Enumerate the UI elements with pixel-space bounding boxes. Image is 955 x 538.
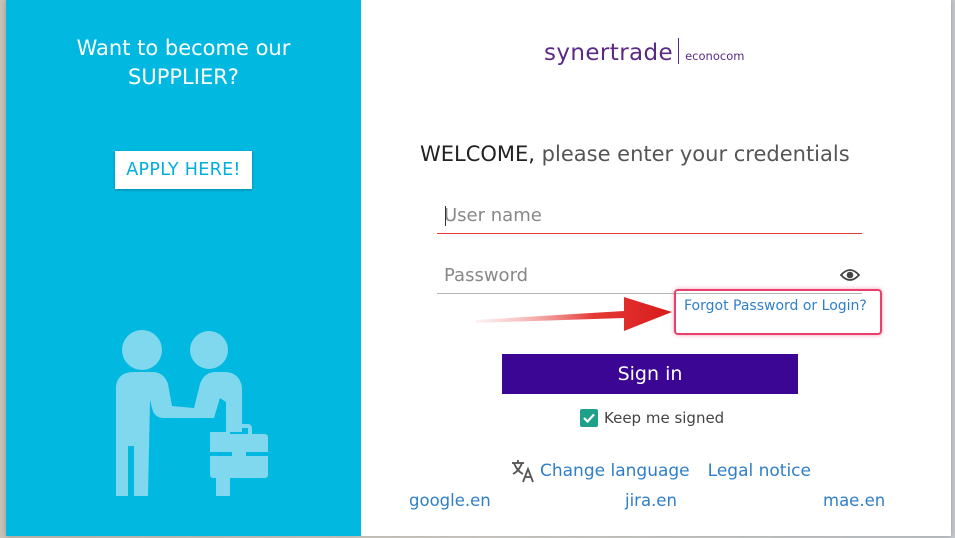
logo-wordmark: synertrade xyxy=(544,40,674,66)
forgot-password-link[interactable]: Forgot Password or Login? xyxy=(684,298,867,314)
synertrade-logo: synertrade econocom xyxy=(544,38,744,66)
keep-signed-checkbox[interactable] xyxy=(580,409,598,427)
handshake-icon xyxy=(116,330,268,496)
sign-in-button[interactable]: Sign in xyxy=(502,354,798,394)
password-input[interactable] xyxy=(437,258,862,293)
apply-here-button[interactable]: APPLY HERE! xyxy=(115,151,252,189)
username-field[interactable] xyxy=(437,198,862,234)
show-password-eye-icon[interactable] xyxy=(840,268,860,282)
promo-title-line2: SUPPLIER? xyxy=(128,65,239,89)
translate-icon[interactable] xyxy=(510,459,536,483)
annotation-arrow-icon xyxy=(476,297,672,331)
promo-title-line1: Want to become our xyxy=(76,36,291,60)
legal-notice-link[interactable]: Legal notice xyxy=(708,461,811,481)
footer-links: Change language Legal notice xyxy=(510,459,811,483)
change-language-link[interactable]: Change language xyxy=(540,461,690,481)
domain-link-google[interactable]: google.en xyxy=(409,491,491,510)
supplier-promo-panel: Want to become our SUPPLIER? APPLY HERE! xyxy=(6,0,361,536)
welcome-bold: WELCOME, xyxy=(420,142,535,166)
logo-separator xyxy=(678,38,680,64)
domain-link-mae[interactable]: mae.en xyxy=(823,491,885,510)
keep-signed-label: Keep me signed xyxy=(604,409,725,427)
keep-signed-option[interactable]: Keep me signed xyxy=(580,409,724,427)
welcome-instruction: please enter your credentials xyxy=(535,142,850,166)
domain-link-jira[interactable]: jira.en xyxy=(625,491,677,510)
checkmark-icon xyxy=(583,413,595,423)
username-input[interactable] xyxy=(437,198,862,233)
logo-subbrand: econocom xyxy=(685,49,745,63)
promo-title: Want to become our SUPPLIER? xyxy=(6,34,361,92)
welcome-heading: WELCOME, please enter your credentials xyxy=(420,142,850,166)
